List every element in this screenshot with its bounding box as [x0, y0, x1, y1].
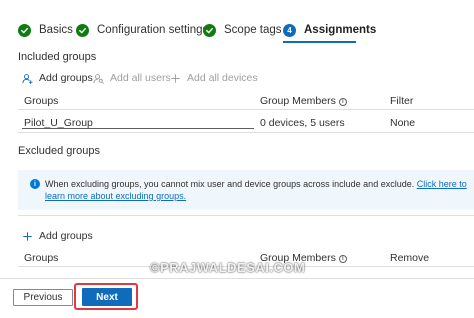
table-header-divider: [18, 109, 474, 110]
add-groups-label: Add groups: [39, 72, 93, 84]
person-add-icon: [22, 73, 33, 84]
plus-icon: [23, 231, 32, 241]
active-step-indicator: [283, 41, 356, 43]
info-banner: i When excluding groups, you cannot mix …: [18, 170, 474, 210]
info-icon[interactable]: i: [338, 98, 347, 106]
info-icon: i: [30, 179, 40, 189]
info-icon[interactable]: i: [338, 255, 347, 263]
step-scope-tags[interactable]: Scope tags: [203, 22, 282, 38]
table-row-divider: [18, 132, 474, 133]
wizard-stepper: Basics Configuration settings Scope tags…: [0, 0, 474, 50]
add-groups-label: Add groups: [39, 230, 93, 242]
add-all-users-label: Add all users: [110, 72, 171, 84]
info-message: When excluding groups, you cannot mix us…: [45, 179, 415, 189]
column-header-filter[interactable]: Filter: [390, 95, 413, 107]
step-basics[interactable]: Basics: [18, 22, 73, 38]
step-assignments[interactable]: 4 Assignments: [283, 22, 376, 38]
step-configuration-settings[interactable]: Configuration settings: [76, 22, 208, 38]
step-label: Scope tags: [224, 24, 282, 36]
step-number-badge: 4: [283, 23, 296, 37]
column-header-label: Group Members: [260, 95, 336, 107]
check-icon: [203, 23, 216, 37]
watermark: ©PRAJWALDESAI.COM: [150, 260, 306, 275]
person-search-icon: [93, 73, 104, 84]
check-icon: [18, 23, 31, 37]
add-all-devices-label: Add all devices: [187, 72, 258, 84]
info-banner-text: When excluding groups, you cannot mix us…: [45, 178, 471, 202]
add-all-users-button[interactable]: Add all users: [93, 70, 171, 86]
column-header-groups[interactable]: Groups: [24, 95, 58, 107]
excluded-add-groups-button[interactable]: Add groups: [22, 228, 93, 244]
filter-cell[interactable]: None: [390, 117, 415, 129]
section-divider: [18, 215, 474, 216]
included-groups-title: Included groups: [18, 51, 97, 63]
check-icon: [76, 23, 89, 37]
step-label: Assignments: [304, 24, 377, 36]
step-label: Configuration settings: [97, 24, 209, 36]
next-button[interactable]: Next: [82, 288, 132, 306]
plus-icon: [171, 73, 180, 83]
excluded-groups-title: Excluded groups: [18, 145, 100, 157]
step-label: Basics: [39, 24, 73, 36]
previous-button[interactable]: Previous: [13, 289, 73, 306]
row-underline: [22, 128, 254, 129]
column-header-group-members[interactable]: Group Members i: [260, 95, 347, 107]
add-groups-button[interactable]: Add groups: [22, 70, 93, 86]
excluded-column-header-groups[interactable]: Groups: [24, 252, 58, 264]
add-all-devices-button[interactable]: Add all devices: [170, 70, 258, 86]
excluded-column-header-remove[interactable]: Remove: [390, 252, 429, 264]
group-members-cell: 0 devices, 5 users: [260, 117, 345, 129]
